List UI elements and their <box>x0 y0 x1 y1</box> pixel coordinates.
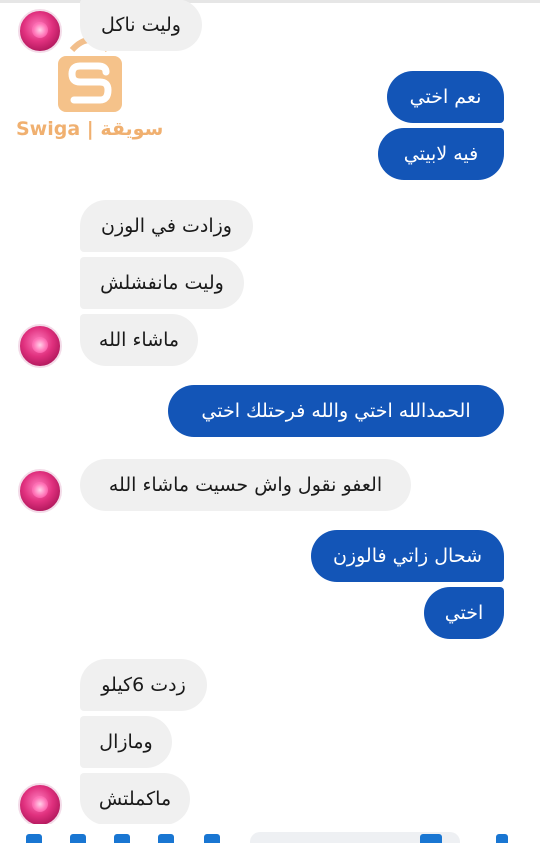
message-incoming[interactable]: وليت ناكل <box>80 0 202 51</box>
message-outgoing[interactable]: شحال زاتي فالوزن <box>311 530 504 582</box>
message-incoming[interactable]: ماكملتش <box>80 773 190 825</box>
message-incoming[interactable]: وزادت في الوزن <box>80 200 253 252</box>
contact-avatar[interactable] <box>18 783 62 827</box>
message-incoming[interactable]: ماشاء الله <box>80 314 198 366</box>
message-outgoing[interactable]: اختي <box>424 587 504 639</box>
composer-bar <box>0 824 540 843</box>
message-incoming[interactable]: زدت 6كيلو <box>80 659 207 711</box>
contact-avatar[interactable] <box>18 324 62 368</box>
emoji-icon[interactable] <box>420 834 442 843</box>
message-incoming[interactable]: ومازال <box>80 716 172 768</box>
message-outgoing[interactable]: فيه لابيتي <box>378 128 504 180</box>
camera-icon[interactable] <box>26 834 42 843</box>
image-icon[interactable] <box>70 834 86 843</box>
microphone-icon[interactable] <box>114 834 130 843</box>
contact-avatar[interactable] <box>18 9 62 53</box>
sticker-icon[interactable] <box>158 834 174 843</box>
watermark-text: Swiga | سويقة <box>16 118 164 140</box>
contact-avatar[interactable] <box>18 469 62 513</box>
emoji-icon[interactable] <box>204 834 220 843</box>
message-incoming[interactable]: وليت مانفشلش <box>80 257 244 309</box>
message-outgoing[interactable]: نعم اختي <box>387 71 504 123</box>
message-outgoing[interactable]: الحمدالله اختي والله فرحتلك اختي <box>168 385 504 437</box>
message-incoming[interactable]: العفو نقول واش حسيت ماشاء الله <box>80 459 411 511</box>
like-icon[interactable] <box>496 834 508 843</box>
